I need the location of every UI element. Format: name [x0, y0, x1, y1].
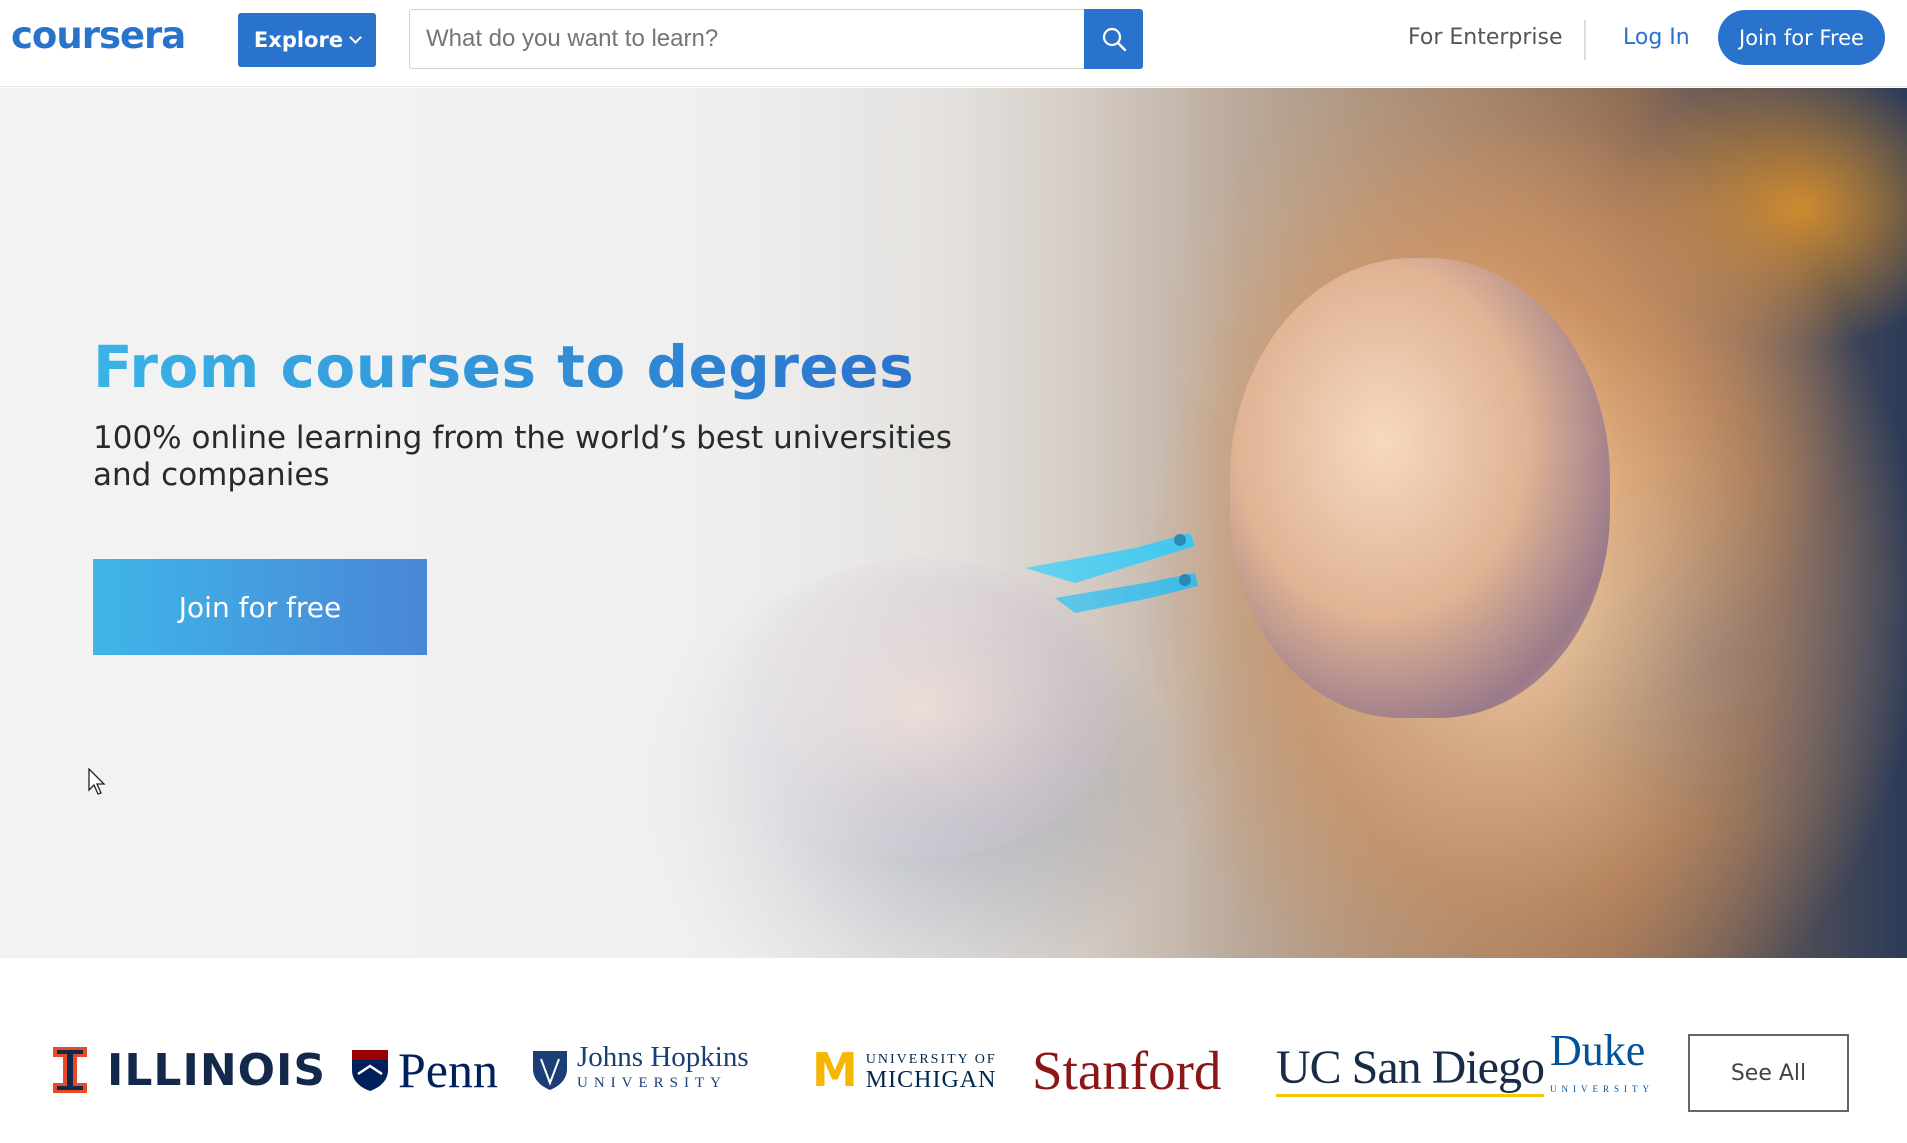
log-in-link[interactable]: Log In: [1623, 25, 1690, 50]
explore-button[interactable]: Explore: [238, 13, 376, 67]
illinois-logo[interactable]: ILLINOIS: [53, 1035, 326, 1105]
mouse-cursor-icon: [88, 768, 106, 795]
hero-overlay: [0, 88, 1907, 958]
stanford-wordmark: Stanford: [1032, 1039, 1222, 1101]
duke-name: Duke: [1550, 1026, 1646, 1075]
michigan-name: MICHIGAN: [865, 1067, 997, 1093]
penn-logo[interactable]: Penn: [350, 1035, 498, 1105]
top-navigation-bar: coursera Explore For Enterprise Log In J…: [0, 0, 1907, 87]
for-enterprise-link[interactable]: For Enterprise: [1408, 25, 1563, 50]
join-for-free-button[interactable]: Join for Free: [1718, 10, 1885, 65]
search-icon: [1102, 27, 1126, 52]
penn-wordmark: Penn: [398, 1042, 498, 1098]
michigan-block-m-icon: M: [812, 1043, 858, 1097]
uc-san-diego-logo[interactable]: UC San Diego: [1276, 1035, 1545, 1105]
michigan-logo[interactable]: M UNIVERSITY OF MICHIGAN: [812, 1035, 997, 1105]
duke-subtitle: UNIVERSITY: [1550, 1084, 1654, 1094]
jhu-shield-icon: [533, 1051, 567, 1090]
search-button[interactable]: [1084, 9, 1143, 69]
hero-banner: From courses to degrees 100% online lear…: [0, 88, 1907, 958]
hero-subtitle: 100% online learning from the world’s be…: [93, 420, 952, 493]
coursera-logo[interactable]: coursera: [11, 14, 186, 57]
search-input[interactable]: [409, 9, 1084, 69]
jhu-wordmark: Johns Hopkins UNIVERSITY: [577, 1041, 749, 1096]
see-all-button[interactable]: See All: [1688, 1034, 1849, 1112]
duke-wordmark: Duke UNIVERSITY: [1550, 1029, 1654, 1108]
explore-button-label: Explore: [253, 28, 344, 52]
illinois-wordmark: ILLINOIS: [107, 1044, 327, 1096]
michigan-wordmark: UNIVERSITY OF MICHIGAN: [865, 1050, 997, 1093]
jhu-subtitle: UNIVERSITY: [577, 1075, 727, 1091]
johns-hopkins-logo[interactable]: Johns Hopkins UNIVERSITY: [531, 1035, 749, 1105]
penn-shield-icon: [352, 1050, 388, 1091]
nav-divider: [1584, 20, 1586, 60]
chevron-down-icon: [349, 31, 362, 44]
illinois-block-i-icon: [53, 1047, 87, 1093]
stanford-logo[interactable]: Stanford: [1032, 1035, 1221, 1105]
jhu-name: Johns Hopkins: [577, 1041, 749, 1073]
hero-title: From courses to degrees: [93, 333, 915, 401]
hero-join-button[interactable]: Join for free: [93, 559, 427, 655]
ucsd-wordmark: UC San Diego: [1276, 1043, 1545, 1097]
duke-logo[interactable]: Duke UNIVERSITY: [1550, 1029, 1654, 1108]
